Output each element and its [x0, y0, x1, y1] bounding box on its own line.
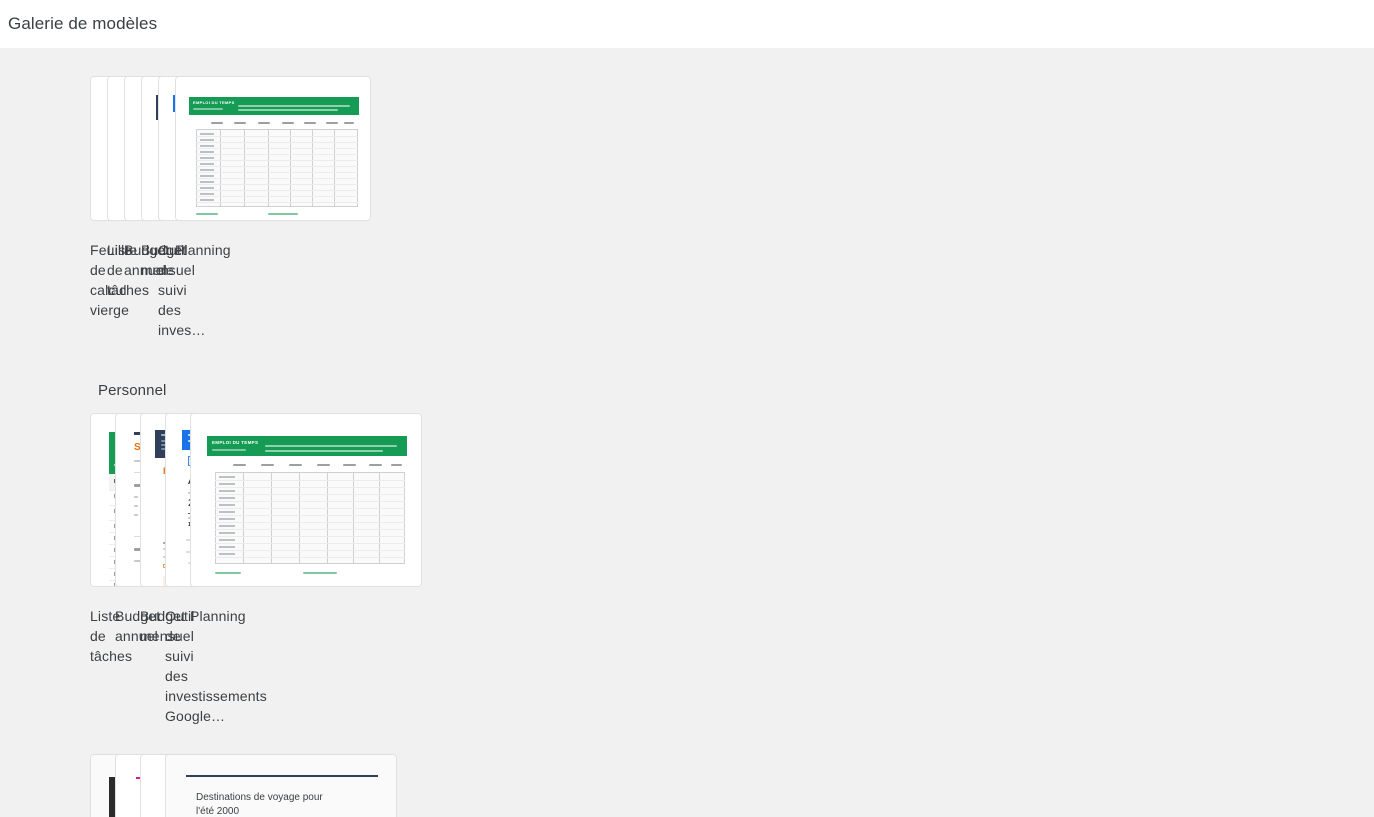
schedule-title: EMPLOI DU TEMPS: [212, 440, 259, 445]
gallery-header: Galerie de modèles: [0, 0, 1374, 48]
pros-cons-title: Destinations de voyage pour l'été 2000: [196, 792, 323, 817]
gallery-body: Feuille de calcul vierge Liste detâches: [0, 48, 1374, 817]
template-gallery-page: Galerie de modèles Feuille de calcul vie…: [0, 0, 1374, 817]
schedule-title: EMPLOI DU TEMPS: [193, 100, 235, 105]
personal-template-row-1: Liste de tâches Budget annuel Budget men…: [0, 407, 1374, 726]
section-title-personnel: Personnel: [98, 382, 167, 399]
template-thumbnail-schedule[interactable]: EMPLOI DU TEMPS: [175, 76, 371, 221]
page-title: Galerie de modèles: [8, 14, 158, 33]
featured-template-row: Feuille de calcul vierge Liste detâches: [0, 48, 1374, 340]
template-thumbnail-schedule[interactable]: EMPLOI DU TEMPS: [190, 413, 422, 587]
template-thumbnail-pros-cons[interactable]: Destinations de voyage pourl'été 2000 Li…: [165, 754, 397, 817]
personal-template-row-2: Titre du voyage 05/09 compagnie aérienne…: [0, 726, 1374, 817]
